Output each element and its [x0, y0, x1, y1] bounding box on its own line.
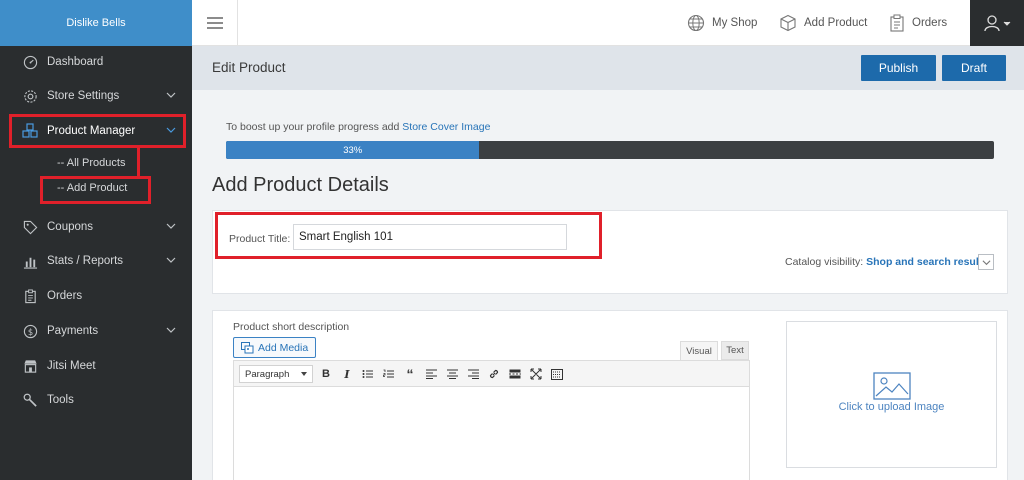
chevron-down-icon: [166, 223, 176, 229]
my-shop-link[interactable]: My Shop: [687, 0, 757, 46]
product-title-card: Product Title: Smart English 101 Catalog…: [212, 210, 1008, 294]
tab-text[interactable]: Text: [721, 341, 749, 360]
globe-icon: [687, 14, 705, 32]
dashboard-icon: [22, 54, 38, 70]
tab-visual[interactable]: Visual: [680, 341, 718, 360]
chevron-down-icon: [166, 257, 176, 263]
progress-note-text: To boost up your profile progress add: [226, 121, 403, 133]
format-select[interactable]: Paragraph: [239, 365, 313, 383]
tag-icon: [22, 219, 38, 235]
user-icon: [984, 15, 1011, 32]
sidebar-item-label: Coupons: [47, 221, 94, 233]
catalog-visibility-toggle[interactable]: [978, 254, 994, 270]
read-more-icon[interactable]: [507, 365, 523, 383]
highlight-box: [215, 212, 602, 259]
sidebar-item-label: Stats / Reports: [47, 255, 124, 267]
bold-icon[interactable]: B: [318, 365, 334, 383]
hamburger-icon: [206, 17, 223, 29]
toolbar-toggle-icon[interactable]: [549, 365, 565, 383]
store-cover-image-link[interactable]: Store Cover Image: [402, 121, 490, 133]
align-left-icon[interactable]: [423, 365, 439, 383]
draft-button[interactable]: Draft: [942, 55, 1006, 81]
add-product-label: Add Product: [804, 17, 868, 29]
orders-label: Orders: [912, 17, 948, 29]
add-media-label: Add Media: [258, 341, 309, 354]
box-icon: [780, 14, 796, 32]
chevron-down-icon: [982, 259, 990, 265]
page-header: Edit Product Publish Draft: [192, 46, 1024, 90]
italic-icon[interactable]: I: [339, 365, 355, 383]
sidebar-item-label: Jitsi Meet: [47, 360, 96, 372]
top-bar: My Shop Add Product Orders: [192, 0, 1024, 46]
fullscreen-icon[interactable]: [528, 365, 544, 383]
my-shop-label: My Shop: [712, 17, 758, 29]
format-select-value: Paragraph: [245, 368, 290, 380]
sidebar-item-jitsi-meet[interactable]: Jitsi Meet: [0, 349, 192, 383]
sidebar-item-label: Payments: [47, 325, 99, 337]
add-media-button[interactable]: Add Media: [233, 337, 317, 358]
add-product-link[interactable]: Add Product: [779, 0, 867, 46]
catalog-visibility: Catalog visibility: Shop and search resu…: [785, 256, 988, 268]
sidebar-item-store-settings[interactable]: Store Settings: [0, 79, 192, 113]
orders-link[interactable]: Orders: [889, 0, 947, 46]
sidebar-item-orders[interactable]: Orders: [0, 279, 192, 313]
gear-icon: [22, 88, 38, 104]
caret-down-icon: [301, 372, 307, 376]
profile-progress-bar: 33%: [226, 141, 994, 159]
description-card: Product short description Add Media Visu…: [212, 310, 1008, 480]
link-icon[interactable]: [486, 365, 502, 383]
highlight-connector: [137, 146, 142, 176]
progress-fill: 33%: [226, 141, 480, 159]
sidebar-subitem-all-products[interactable]: -- All Products: [57, 157, 125, 169]
catalog-visibility-label: Catalog visibility:: [785, 256, 867, 268]
bullet-list-icon[interactable]: [360, 365, 376, 383]
sidebar-item-label: Dashboard: [47, 56, 104, 68]
short-description-label: Product short description: [233, 321, 350, 333]
bar-chart-icon: [22, 253, 38, 269]
image-upload-area[interactable]: Click to upload Image: [786, 321, 997, 468]
sidebar-item-payments[interactable]: $ Payments: [0, 314, 192, 348]
chevron-down-icon: [166, 92, 176, 98]
wrench-icon: [22, 392, 38, 408]
menu-toggle[interactable]: [192, 0, 238, 46]
highlight-box: [9, 114, 186, 148]
page-title: Edit Product: [212, 60, 286, 75]
numbered-list-icon[interactable]: [381, 365, 397, 383]
progress-note: To boost up your profile progress add St…: [226, 121, 490, 133]
sidebar-item-label: Tools: [47, 394, 74, 406]
sidebar-item-tools[interactable]: Tools: [0, 383, 192, 417]
image-icon: [873, 372, 911, 400]
editor-toolbar: Paragraph B I “: [234, 361, 749, 387]
description-editor: Paragraph B I “: [233, 360, 750, 480]
user-menu[interactable]: [970, 0, 1024, 46]
sidebar-item-coupons[interactable]: Coupons: [0, 210, 192, 244]
media-icon: [241, 341, 254, 353]
sidebar-item-dashboard[interactable]: Dashboard: [0, 45, 192, 79]
sidebar-item-label: Store Settings: [47, 90, 120, 102]
upload-image-text: Click to upload Image: [838, 401, 945, 413]
section-title: Add Product Details: [212, 174, 389, 196]
sidebar-item-label: Orders: [47, 290, 83, 302]
store-icon: [22, 358, 38, 374]
svg-text:$: $: [27, 326, 32, 336]
align-right-icon[interactable]: [465, 365, 481, 383]
publish-button[interactable]: Publish: [861, 55, 936, 81]
clipboard-icon: [22, 288, 38, 304]
main-content: To boost up your profile progress add St…: [192, 90, 1024, 480]
blockquote-icon[interactable]: “: [402, 365, 418, 383]
catalog-visibility-value[interactable]: Shop and search results: [866, 256, 988, 268]
sidebar-item-stats-reports[interactable]: Stats / Reports: [0, 244, 192, 278]
dollar-icon: $: [22, 323, 38, 339]
align-center-icon[interactable]: [444, 365, 460, 383]
sidebar: Dislike Bells Dashboard Store Settings P…: [0, 0, 192, 480]
highlight-box: [40, 176, 151, 204]
chevron-down-icon: [166, 327, 176, 333]
brand-name: Dislike Bells: [0, 0, 192, 46]
clipboard-icon: [890, 14, 904, 32]
